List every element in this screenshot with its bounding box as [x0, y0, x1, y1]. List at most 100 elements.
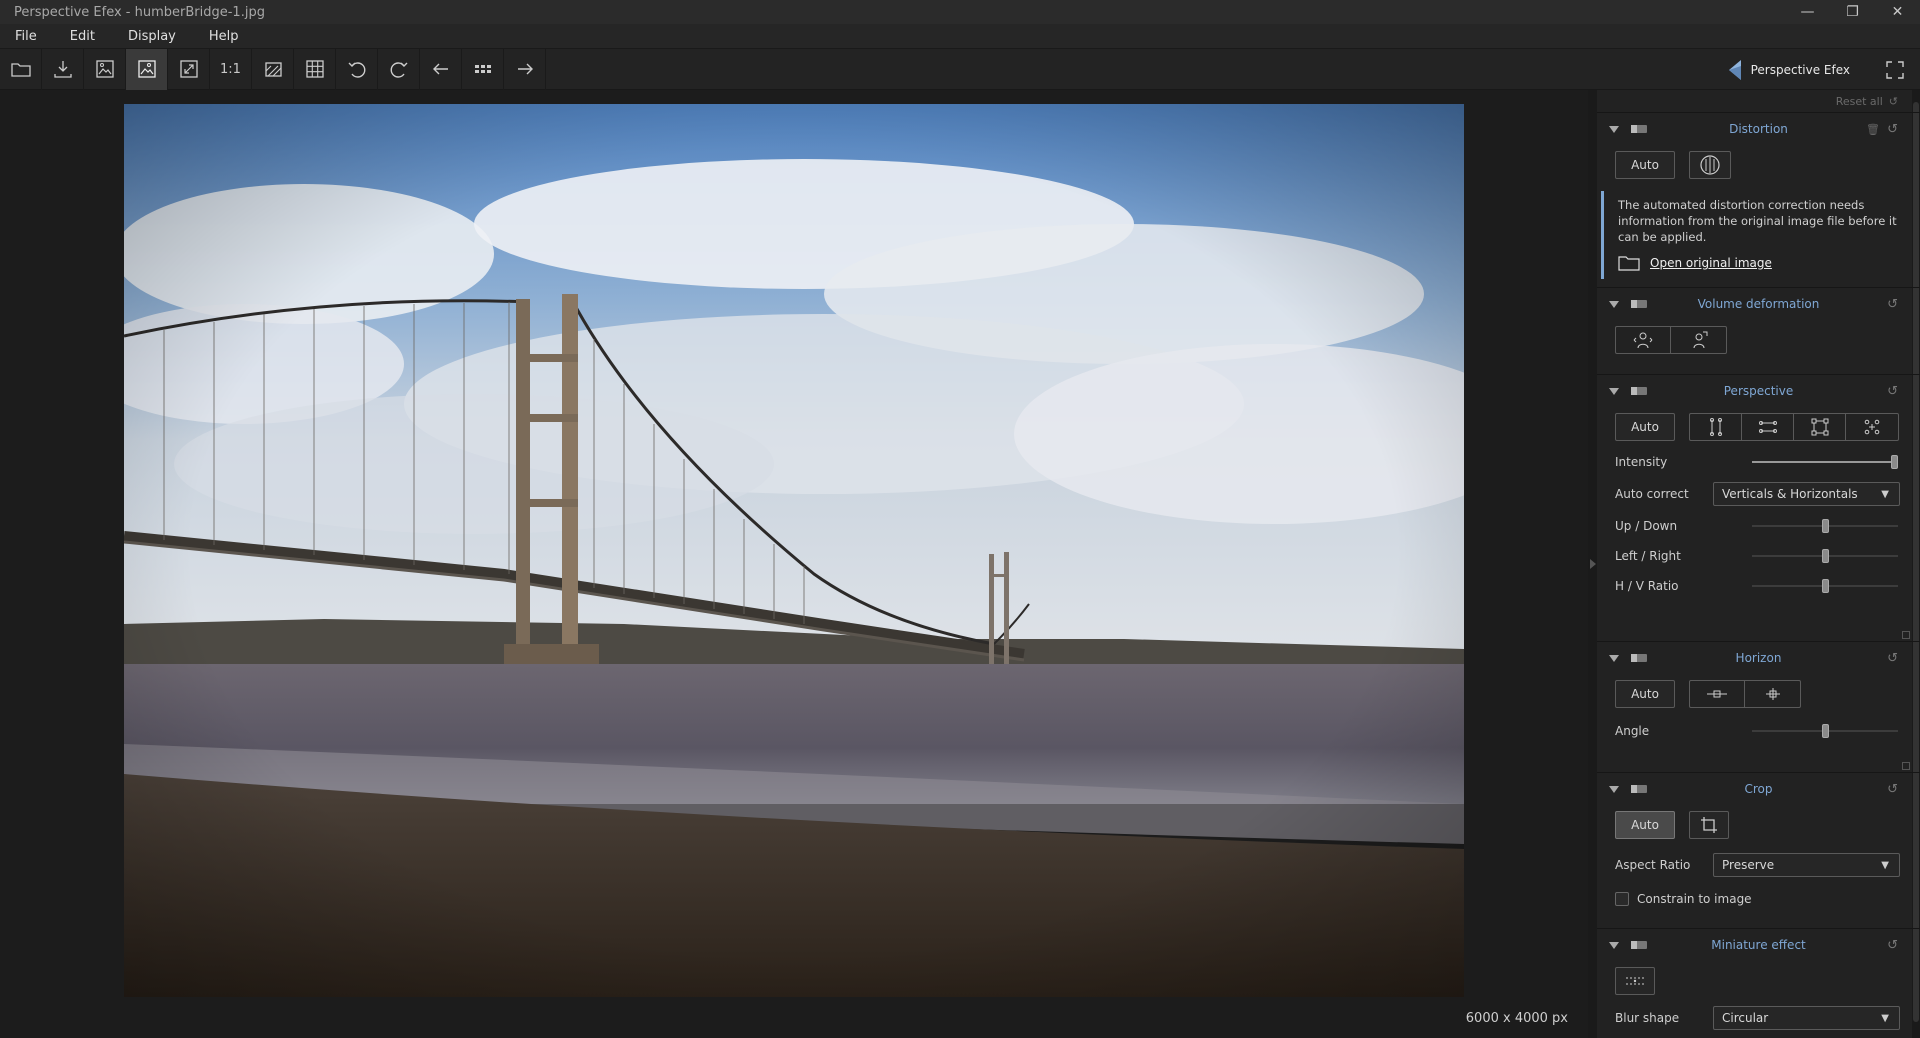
miniature-header[interactable]: Miniature effect ↺ [1597, 929, 1920, 961]
undo-button[interactable] [336, 48, 378, 90]
folder-icon [10, 63, 31, 77]
up-down-slider[interactable] [1752, 519, 1898, 533]
slider-knob[interactable] [1891, 455, 1898, 469]
perspective-auto-button[interactable]: Auto [1615, 413, 1675, 441]
menu-file[interactable]: File [6, 29, 49, 44]
menu-display[interactable]: Display [119, 29, 188, 44]
horizon-auto-button[interactable]: Auto [1615, 680, 1675, 708]
aspect-ratio-select[interactable]: Preserve ▼ [1713, 853, 1900, 877]
distortion-header[interactable]: Distortion 🗑 ↺ [1597, 113, 1920, 145]
miniature-title: Miniature effect [1711, 938, 1806, 952]
distortion-section: Distortion 🗑 ↺ Auto The automated distor… [1597, 112, 1920, 287]
compare-image-icon [95, 60, 114, 78]
trash-icon[interactable]: 🗑 [1866, 123, 1880, 136]
menu-help[interactable]: Help [200, 29, 251, 44]
horizon-header[interactable]: Horizon ↺ [1597, 642, 1920, 674]
arrow-right-icon [517, 63, 533, 75]
distortion-auto-button[interactable]: Auto [1615, 151, 1675, 179]
hv-ratio-slider[interactable] [1752, 579, 1898, 593]
filmstrip-button[interactable] [462, 48, 504, 90]
reset-all-icon: ↺ [1888, 94, 1898, 108]
crop-header[interactable]: Crop ↺ [1597, 773, 1920, 805]
open-folder-button[interactable] [0, 48, 42, 90]
volume-deformation-section: Volume deformation ↺ [1597, 287, 1920, 374]
lens-distortion-icon [1700, 155, 1720, 175]
next-image-button[interactable] [504, 48, 546, 90]
reset-all[interactable]: Reset all ↺ [1597, 90, 1920, 112]
volume-face-button[interactable] [1671, 327, 1726, 353]
redo-button[interactable] [378, 48, 420, 90]
image-canvas[interactable]: 6000 x 4000 px [0, 90, 1588, 1038]
grid-button[interactable] [294, 48, 336, 90]
brand-name: Perspective Efex [1750, 62, 1850, 77]
crop-reset-icon[interactable]: ↺ [1887, 782, 1898, 797]
slider-fill [1752, 461, 1891, 463]
save-button[interactable] [42, 48, 84, 90]
filmstrip-icon [474, 65, 491, 73]
download-icon [53, 61, 72, 78]
close-button[interactable]: ✕ [1875, 0, 1920, 24]
perspective-mode-group [1689, 413, 1899, 441]
panel-splitter[interactable] [1588, 90, 1597, 1038]
window-title: Perspective Efex - humberBridge-1.jpg [14, 4, 265, 20]
constrain-checkbox[interactable] [1615, 892, 1629, 906]
miniature-reset-icon[interactable]: ↺ [1887, 938, 1898, 953]
slider-knob[interactable] [1821, 724, 1829, 738]
volume-person-button[interactable] [1616, 327, 1671, 353]
fullscreen-button[interactable] [1882, 57, 1908, 83]
photo-preview[interactable] [124, 104, 1464, 997]
expand-section-icon[interactable] [1902, 631, 1910, 639]
distortion-manual-button[interactable] [1689, 151, 1731, 179]
slider-knob[interactable] [1821, 549, 1829, 563]
distortion-info: The automated distortion correction need… [1601, 191, 1912, 279]
horizon-line-button[interactable] [1690, 681, 1745, 707]
fit-to-screen-button[interactable] [168, 48, 210, 90]
slider-knob[interactable] [1821, 519, 1829, 533]
blur-shape-select[interactable]: Circular ▼ [1713, 1006, 1900, 1030]
volume-title: Volume deformation [1697, 297, 1820, 311]
crop-icon [1701, 817, 1717, 833]
previous-image-button[interactable] [420, 48, 462, 90]
points-button[interactable] [1846, 414, 1898, 440]
left-right-slider[interactable] [1752, 549, 1898, 563]
crop-manual-button[interactable] [1689, 811, 1729, 839]
perspective-reset-icon[interactable]: ↺ [1887, 384, 1898, 399]
compare-button[interactable] [84, 48, 126, 90]
vertical-lines-button[interactable] [1690, 414, 1742, 440]
mask-button[interactable] [252, 48, 294, 90]
focus-band-icon [1626, 977, 1644, 985]
distortion-reset-icon[interactable]: ↺ [1887, 122, 1898, 137]
rectangle-button[interactable] [1794, 414, 1846, 440]
horizontal-lines-button[interactable] [1742, 414, 1794, 440]
volume-header[interactable]: Volume deformation ↺ [1597, 288, 1920, 320]
angle-slider[interactable] [1752, 724, 1898, 738]
expand-section-icon[interactable] [1902, 762, 1910, 770]
open-original-image-link[interactable]: Open original image [1650, 255, 1772, 271]
distortion-info-text: The automated distortion correction need… [1618, 198, 1897, 244]
volume-reset-icon[interactable]: ↺ [1887, 297, 1898, 312]
fullscreen-icon [1886, 61, 1904, 79]
crop-auto-button[interactable]: Auto [1615, 811, 1675, 839]
image-icon [137, 60, 156, 78]
horizon-rotate-button[interactable] [1745, 681, 1800, 707]
image-view-button[interactable] [126, 48, 168, 90]
angle-label: Angle [1615, 724, 1650, 738]
chevron-down-icon: ▼ [1881, 860, 1889, 871]
horizon-reset-icon[interactable]: ↺ [1887, 651, 1898, 666]
auto-correct-select[interactable]: Verticals & Horizontals ▼ [1713, 482, 1900, 506]
maximize-button[interactable]: ❐ [1830, 0, 1875, 24]
menu-edit[interactable]: Edit [61, 29, 107, 44]
minimize-button[interactable]: — [1785, 0, 1830, 24]
miniature-focus-button[interactable] [1615, 967, 1655, 995]
perspective-header[interactable]: Perspective ↺ [1597, 375, 1920, 407]
volume-mode-group [1615, 326, 1727, 354]
slider-knob[interactable] [1821, 579, 1829, 593]
horizontal-lines-icon [1758, 421, 1777, 433]
aspect-ratio-value: Preserve [1722, 858, 1775, 872]
intensity-slider[interactable] [1752, 455, 1898, 469]
horizon-line-icon [1707, 690, 1727, 698]
vertical-lines-icon [1709, 418, 1722, 436]
up-down-label: Up / Down [1615, 519, 1678, 533]
zoom-1to1-label: 1:1 [220, 61, 241, 77]
zoom-1to1-button[interactable]: 1:1 [210, 48, 252, 90]
